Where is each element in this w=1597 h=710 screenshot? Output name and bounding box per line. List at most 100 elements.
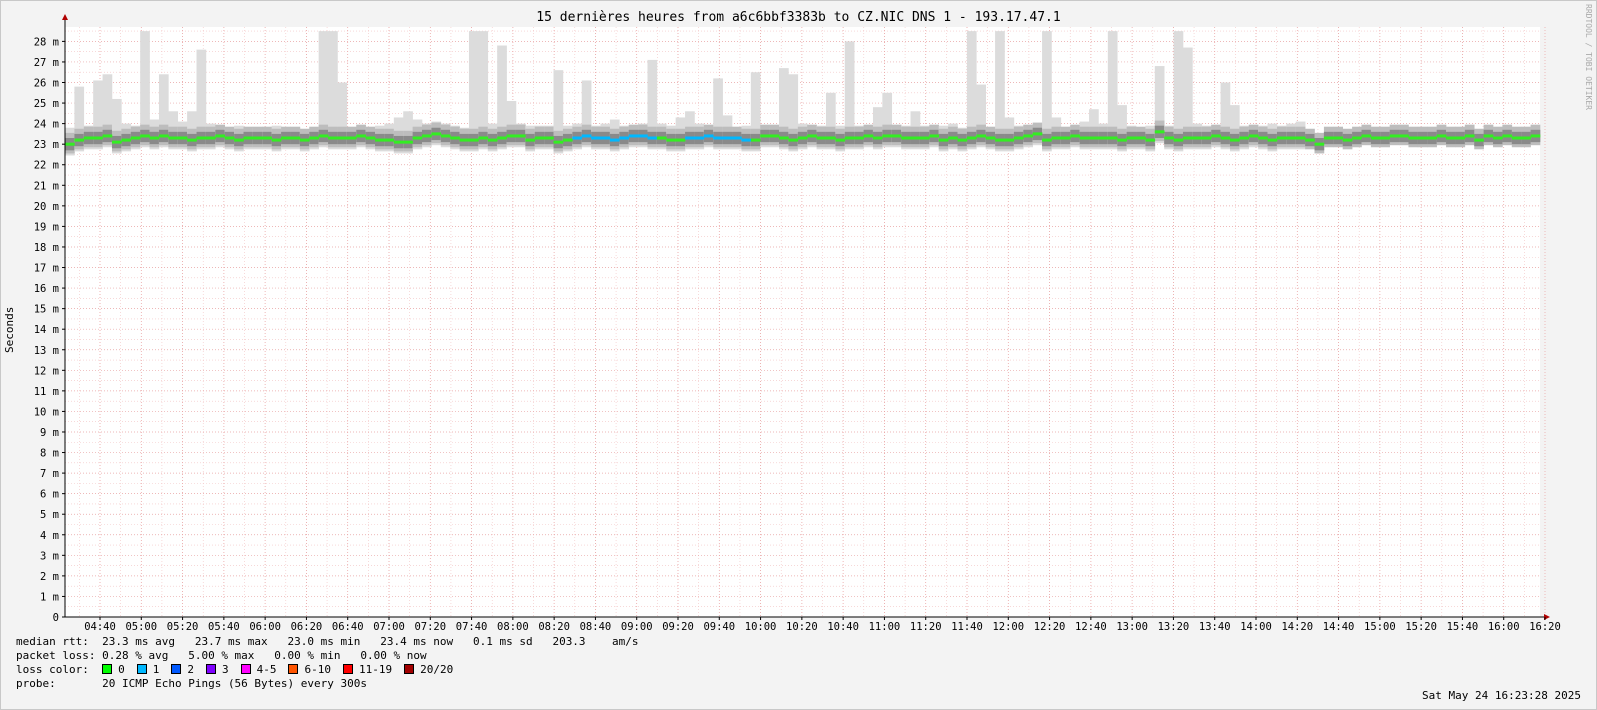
median-segment bbox=[177, 136, 188, 140]
median-segment bbox=[93, 136, 103, 140]
x-tick-label: 08:40 bbox=[580, 621, 612, 633]
median-segment bbox=[591, 136, 601, 140]
median-segment bbox=[732, 136, 742, 140]
loss-color-item-label: 0 bbox=[118, 663, 125, 676]
median-segment bbox=[328, 136, 338, 140]
median-segment bbox=[1136, 136, 1146, 140]
median-segment bbox=[478, 136, 489, 140]
y-tick-label: 26 m bbox=[34, 78, 59, 90]
loss-color-item-label: 20/20 bbox=[420, 663, 454, 676]
loss-color-item: 2 bbox=[171, 663, 194, 676]
y-tick-label: 18 m bbox=[34, 242, 59, 254]
median-segment bbox=[1079, 136, 1090, 140]
median-segment bbox=[948, 136, 958, 140]
median-segment bbox=[215, 134, 226, 138]
x-tick-labels: 04:40 05:00 05:20 05:40 06:00 06:20 06:40 07:00… bbox=[84, 617, 1561, 633]
x-tick-label: 08:20 bbox=[538, 621, 570, 633]
median-segment bbox=[1032, 132, 1043, 136]
median-segment bbox=[656, 136, 667, 140]
median-segment bbox=[760, 134, 770, 138]
median-segment bbox=[1389, 134, 1400, 138]
loss-color-swatch bbox=[171, 664, 182, 674]
loss-color-item-label: 2 bbox=[187, 663, 194, 676]
x-tick-label: 07:20 bbox=[414, 621, 446, 633]
median-segment bbox=[703, 134, 714, 138]
median-rtt-legend: median rtt: 23.3 ms avg 23.7 ms max 23.0… bbox=[16, 635, 639, 649]
median-segment bbox=[1530, 134, 1541, 138]
median-segment bbox=[1267, 138, 1278, 142]
median-segment bbox=[497, 136, 507, 140]
median-segment bbox=[356, 134, 366, 138]
median-segment bbox=[252, 136, 263, 140]
y-tick-label: 2 m bbox=[40, 571, 59, 583]
median-segment bbox=[130, 136, 141, 140]
median-segment bbox=[83, 136, 94, 140]
median-segment bbox=[1455, 136, 1466, 140]
median-segment bbox=[835, 138, 846, 142]
x-tick-label: 05:00 bbox=[125, 621, 157, 633]
median-segment bbox=[581, 134, 592, 138]
median-segment bbox=[1286, 136, 1297, 140]
loss-color-swatch bbox=[102, 664, 113, 674]
median-segment bbox=[1023, 134, 1033, 138]
median-segment bbox=[1164, 136, 1174, 140]
median-segment bbox=[515, 134, 526, 138]
median-segment bbox=[919, 136, 930, 140]
median-segment bbox=[487, 138, 498, 142]
median-segment bbox=[807, 134, 817, 138]
y-tick-labels: 0 1 m 2 m 3 m 4 m 5 m 6 m 7 m 8 m 9 m 10 m 11 m 12 m… bbox=[34, 36, 65, 624]
median-segment bbox=[440, 134, 451, 138]
median-segment bbox=[234, 138, 244, 142]
median-segment bbox=[985, 136, 996, 140]
median-segment bbox=[271, 138, 282, 142]
loss-color-item: 3 bbox=[205, 663, 229, 676]
x-tick-label: 12:40 bbox=[1075, 621, 1107, 633]
median-segment bbox=[412, 136, 423, 140]
median-segment bbox=[346, 136, 357, 140]
median-segment bbox=[1220, 136, 1231, 140]
median-segment bbox=[1060, 136, 1071, 140]
median-segment bbox=[168, 136, 179, 140]
y-tick-label: 12 m bbox=[34, 365, 59, 377]
median-segment bbox=[431, 132, 442, 136]
median-segment bbox=[422, 134, 432, 138]
median-segment bbox=[957, 138, 968, 142]
median-segment bbox=[309, 136, 319, 140]
x-tick-label: 09:40 bbox=[703, 621, 735, 633]
y-tick-label: 15 m bbox=[34, 304, 59, 316]
median-segment bbox=[299, 138, 310, 142]
loss-color-item-label: 6-10 bbox=[304, 663, 331, 676]
median-segment bbox=[187, 138, 197, 142]
y-tick-label: 10 m bbox=[34, 406, 59, 418]
median-segment bbox=[450, 136, 460, 140]
median-segment bbox=[995, 138, 1005, 142]
y-tick-label: 28 m bbox=[34, 36, 59, 48]
median-segment bbox=[534, 136, 545, 140]
y-tick-label: 25 m bbox=[34, 98, 59, 110]
x-tick-label: 15:20 bbox=[1405, 621, 1437, 633]
median-segment bbox=[158, 134, 169, 138]
x-tick-label: 10:40 bbox=[827, 621, 859, 633]
loss-color-swatch bbox=[136, 664, 147, 674]
x-tick-label: 04:40 bbox=[84, 621, 116, 633]
median-segment bbox=[1295, 136, 1306, 140]
x-tick-label: 08:00 bbox=[497, 621, 529, 633]
median-segment bbox=[713, 136, 723, 140]
median-segment bbox=[1474, 138, 1484, 142]
loss-color-item: 4-5 bbox=[240, 663, 277, 676]
median-segment bbox=[1107, 136, 1118, 140]
loss-color-label: loss color: bbox=[16, 663, 89, 676]
loss-color-item-label: 4-5 bbox=[256, 663, 277, 676]
packet-loss-label: packet loss: bbox=[16, 649, 96, 662]
median-segment bbox=[111, 140, 122, 144]
x-tick-label: 12:00 bbox=[992, 621, 1024, 633]
median-segment bbox=[619, 136, 629, 140]
median-segment bbox=[1408, 136, 1419, 140]
median-segment bbox=[384, 138, 395, 142]
median-segment bbox=[1276, 136, 1287, 140]
median-segment bbox=[459, 138, 470, 142]
median-segment bbox=[1145, 138, 1156, 142]
median-segment bbox=[910, 136, 921, 140]
median-segment bbox=[816, 136, 827, 140]
x-tick-label: 06:40 bbox=[332, 621, 364, 633]
